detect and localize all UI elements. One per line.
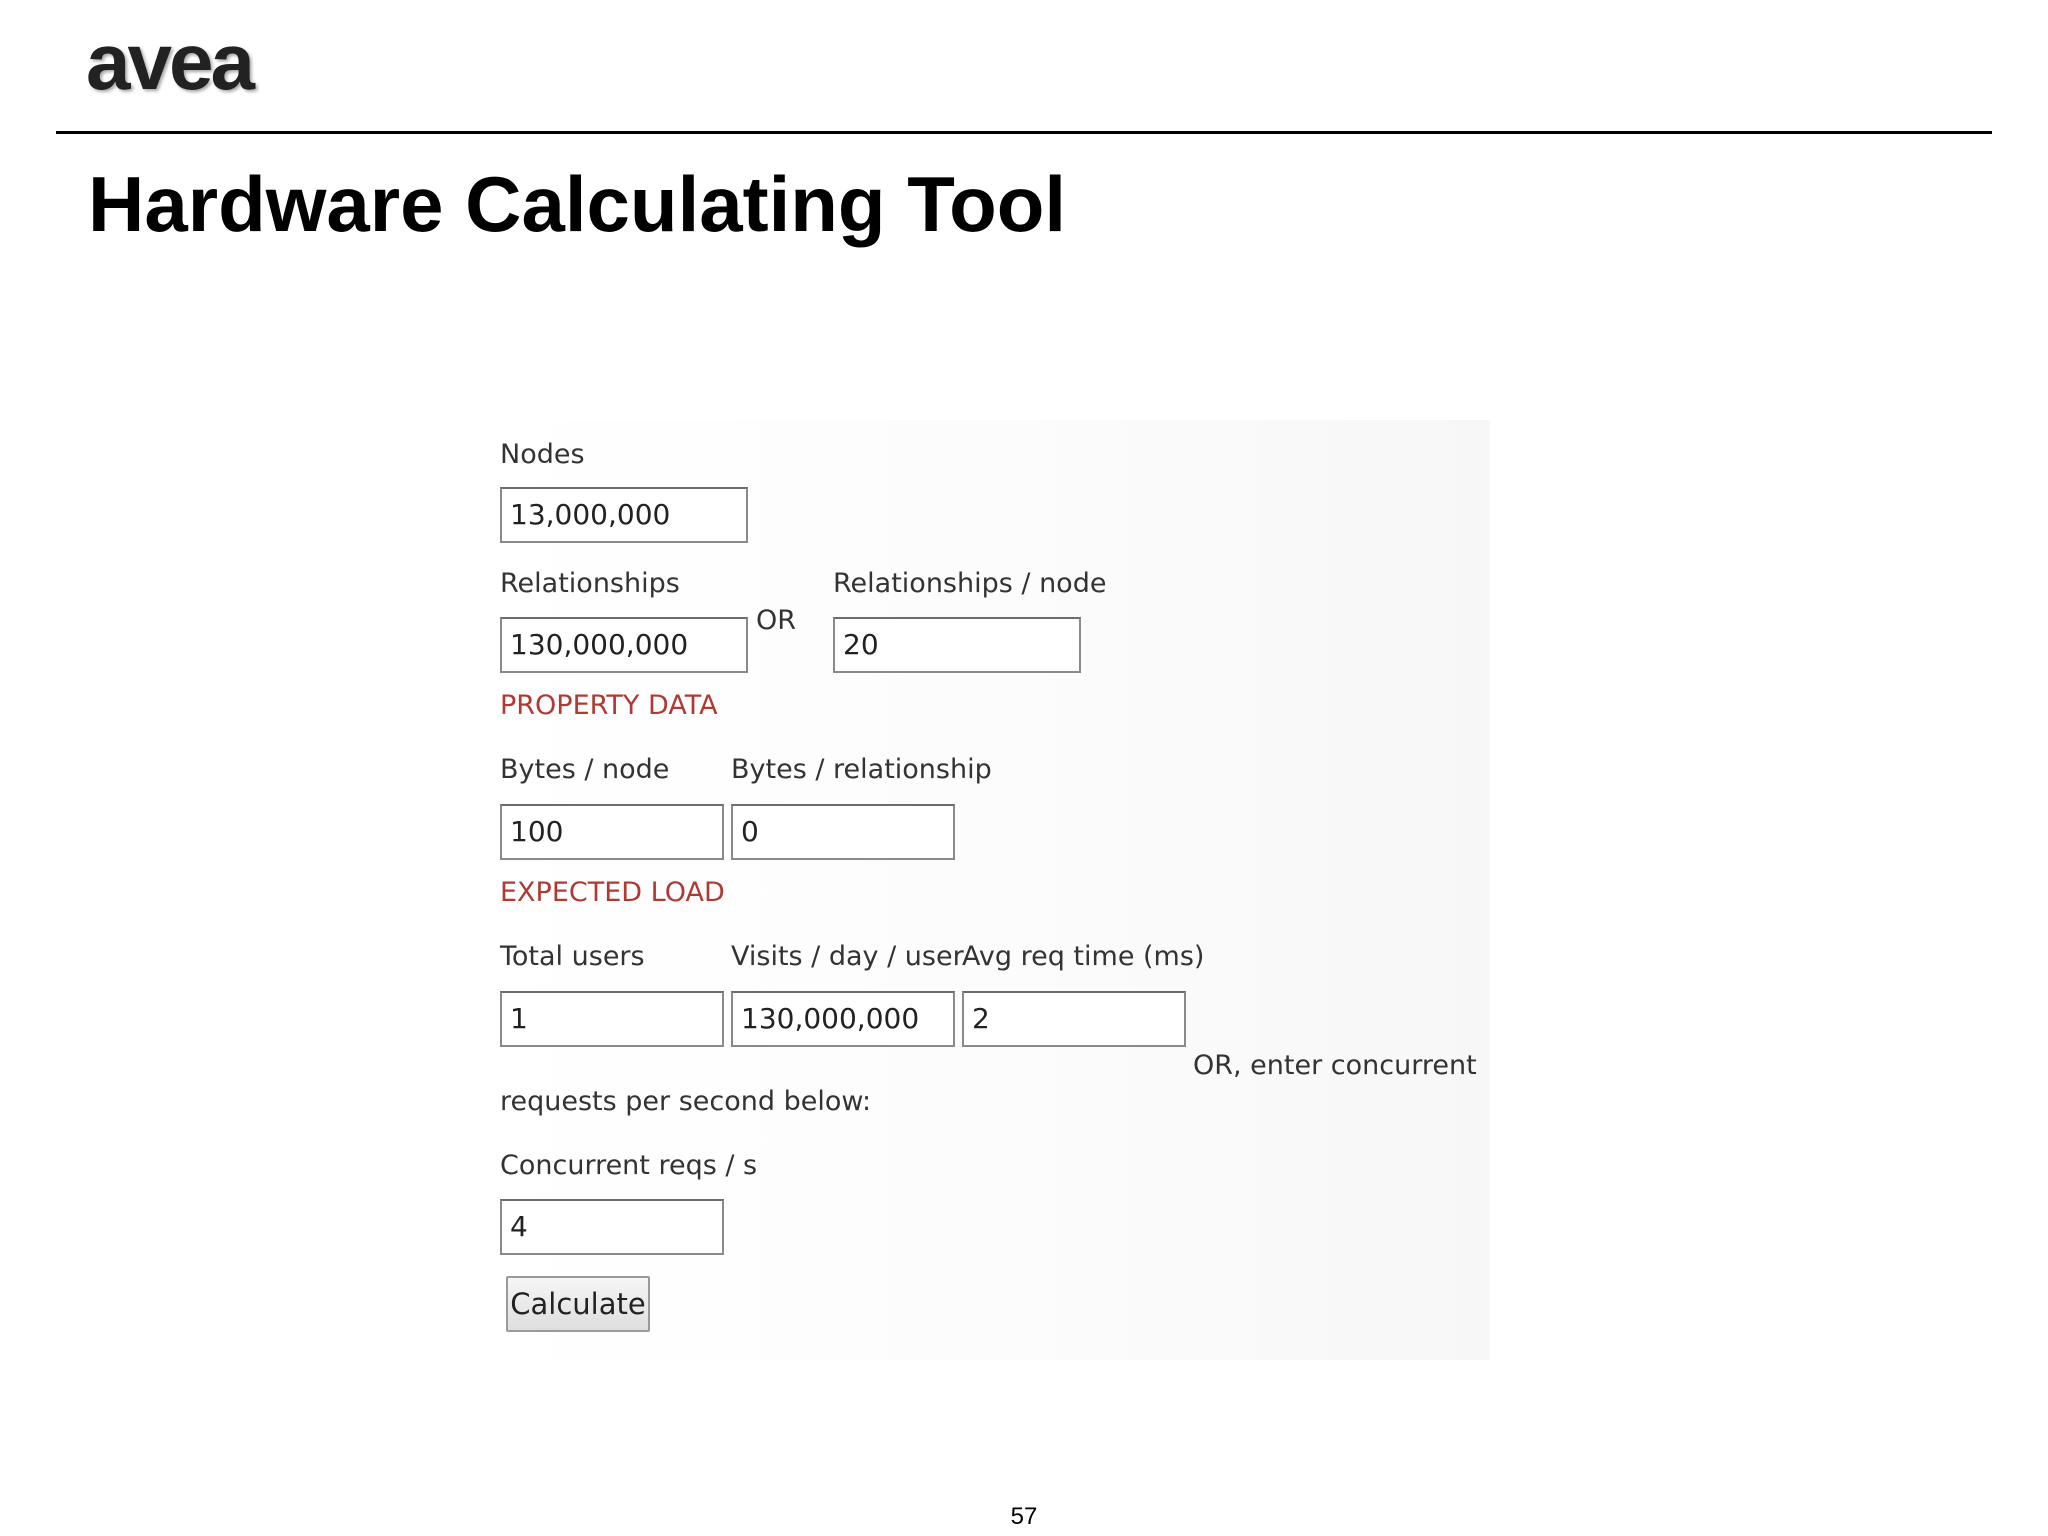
slide-title: Hardware Calculating Tool: [88, 160, 1067, 248]
or-concurrent-note: OR, enter concurrent: [1193, 1050, 1477, 1081]
requests-per-second-note: requests per second below:: [500, 1086, 872, 1117]
concurrent-reqs-label: Concurrent reqs / s: [500, 1150, 758, 1181]
visits-per-day-user-input[interactable]: 130,000,000: [731, 991, 955, 1047]
expected-load-heading: EXPECTED LOAD: [500, 877, 725, 908]
bytes-per-relationship-label: Bytes / relationship: [731, 754, 992, 785]
relationships-per-node-label: Relationships / node: [833, 568, 1107, 599]
nodes-input[interactable]: 13,000,000: [500, 487, 748, 543]
relationships-input[interactable]: 130,000,000: [500, 617, 748, 673]
header-divider: [56, 131, 1992, 134]
avg-req-time-label: Avg req time (ms): [962, 941, 1205, 972]
relationships-per-node-input[interactable]: 20: [833, 617, 1081, 673]
total-users-label: Total users: [500, 941, 645, 972]
total-users-input[interactable]: 1: [500, 991, 724, 1047]
concurrent-reqs-input[interactable]: 4: [500, 1199, 724, 1255]
relationships-label: Relationships: [500, 568, 680, 599]
visits-per-day-user-label: Visits / day / user: [731, 941, 964, 972]
calculate-button[interactable]: Calculate: [506, 1276, 650, 1332]
nodes-label: Nodes: [500, 439, 585, 470]
or-label: OR: [756, 605, 797, 636]
page-number: 57: [1010, 1503, 1038, 1530]
bytes-per-node-input[interactable]: 100: [500, 804, 724, 860]
property-data-heading: PROPERTY DATA: [500, 690, 718, 721]
avg-req-time-input[interactable]: 2: [962, 991, 1186, 1047]
avea-logo: avea: [86, 17, 255, 106]
bytes-per-node-label: Bytes / node: [500, 754, 670, 785]
bytes-per-relationship-input[interactable]: 0: [731, 804, 955, 860]
